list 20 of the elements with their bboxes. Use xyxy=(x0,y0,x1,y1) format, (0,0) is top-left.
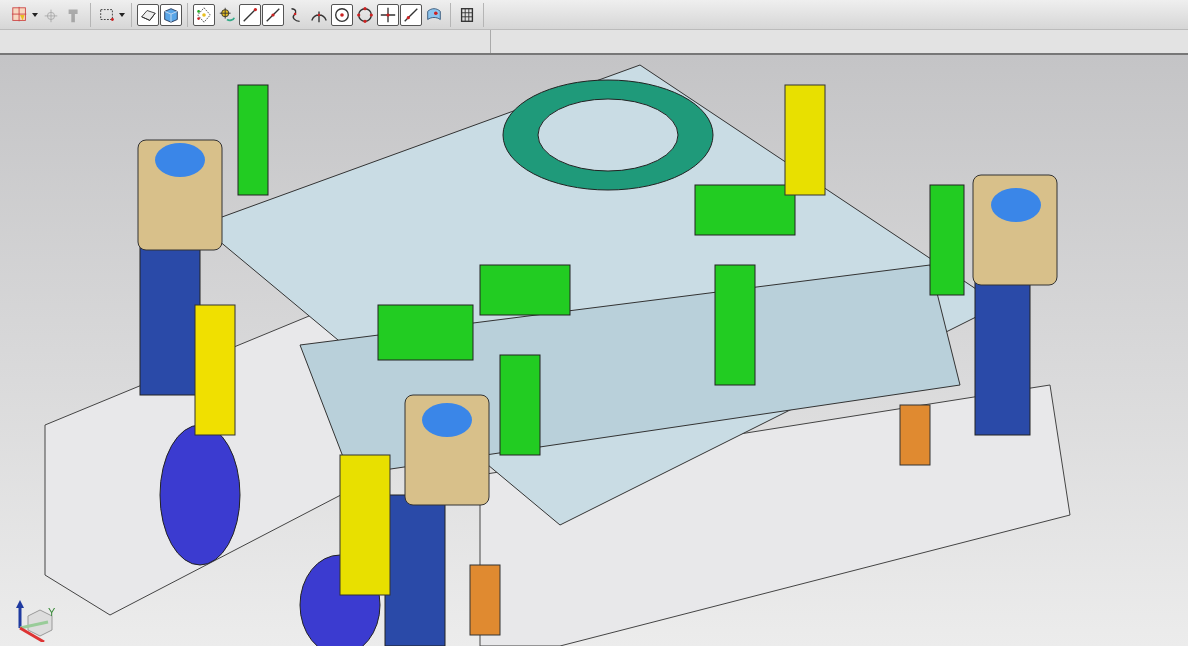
grid-icon xyxy=(458,5,476,24)
crosshair-point-icon xyxy=(379,5,397,24)
snap-point-icon xyxy=(10,5,29,24)
toolbar-button[interactable] xyxy=(377,3,399,26)
caret-icon xyxy=(31,12,38,17)
toolbar-button[interactable] xyxy=(239,3,261,26)
toolbar-button[interactable] xyxy=(137,3,159,26)
line-endpoint-icon xyxy=(241,5,259,24)
toolbar-button[interactable] xyxy=(262,3,284,26)
circle-quadrant-icon xyxy=(356,5,374,24)
toolbar-button[interactable] xyxy=(160,3,182,26)
toolbar-button[interactable] xyxy=(331,3,353,26)
shaded-cube-icon xyxy=(162,5,180,24)
snap-rotate-icon xyxy=(218,5,236,24)
toolbar-button[interactable] xyxy=(400,3,422,26)
snap-points-icon xyxy=(195,5,213,24)
caret-icon xyxy=(118,12,125,17)
circle-center-icon xyxy=(333,5,351,24)
axis-label: Y xyxy=(48,604,56,620)
toolbar-button[interactable] xyxy=(193,3,215,26)
